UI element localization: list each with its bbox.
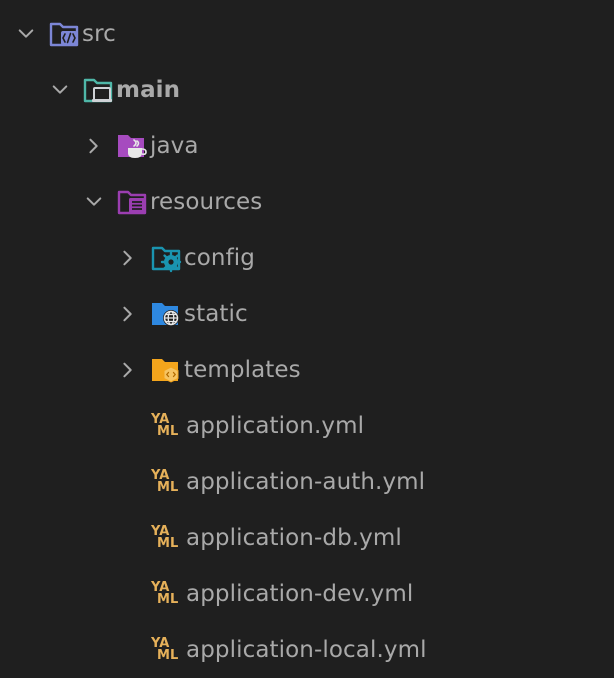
- tree-item-file[interactable]: YA ML application-dev.yml: [0, 566, 614, 622]
- tree-item-label: config: [184, 245, 255, 271]
- tree-item-resources[interactable]: resources: [0, 174, 614, 230]
- tree-item-label: application-local.yml: [186, 637, 427, 663]
- tree-item-templates[interactable]: templates: [0, 342, 614, 398]
- tree-item-main[interactable]: main: [0, 62, 614, 118]
- tree-item-label: application-dev.yml: [186, 581, 414, 607]
- tree-item-java[interactable]: java: [0, 118, 614, 174]
- folder-resources-icon: [115, 187, 149, 217]
- chevron-down-icon[interactable]: [50, 80, 70, 100]
- folder-java-icon: [115, 131, 149, 161]
- tree-item-config[interactable]: config: [0, 230, 614, 286]
- yaml-file-icon: YA ML: [151, 580, 179, 607]
- folder-static-icon: [149, 299, 183, 329]
- tree-item-label: application.yml: [186, 413, 365, 439]
- chevron-down-icon[interactable]: [16, 24, 36, 44]
- tree-item-label: templates: [184, 357, 301, 383]
- tree-item-label: application-auth.yml: [186, 469, 426, 495]
- tree-item-label: resources: [150, 189, 263, 215]
- tree-item-file[interactable]: YA ML application-db.yml: [0, 510, 614, 566]
- tree-item-src[interactable]: src: [0, 6, 614, 62]
- chevron-right-icon[interactable]: [84, 136, 104, 156]
- file-explorer-tree: src main java resources config static te…: [0, 0, 614, 678]
- chevron-down-icon[interactable]: [84, 192, 104, 212]
- tree-item-label: java: [150, 133, 199, 159]
- tree-item-label: application-db.yml: [186, 525, 402, 551]
- tree-item-file[interactable]: YA ML application-local.yml: [0, 622, 614, 678]
- chevron-right-icon[interactable]: [118, 248, 138, 268]
- tree-item-file[interactable]: YA ML application-auth.yml: [0, 454, 614, 510]
- yaml-file-icon: YA ML: [151, 524, 179, 551]
- folder-templates-icon: [149, 355, 183, 385]
- folder-source-icon: [47, 19, 81, 49]
- folder-config-icon: [149, 243, 183, 273]
- tree-item-static[interactable]: static: [0, 286, 614, 342]
- yaml-file-icon: YA ML: [151, 636, 179, 663]
- folder-main-icon: [81, 75, 115, 105]
- yaml-file-icon: YA ML: [151, 468, 179, 495]
- tree-item-label: static: [184, 301, 248, 327]
- chevron-right-icon[interactable]: [118, 304, 138, 324]
- tree-item-file[interactable]: YA ML application.yml: [0, 398, 614, 454]
- tree-item-label: main: [116, 77, 181, 103]
- tree-item-label: src: [82, 21, 116, 47]
- yaml-file-icon: YA ML: [151, 412, 179, 439]
- chevron-right-icon[interactable]: [118, 360, 138, 380]
